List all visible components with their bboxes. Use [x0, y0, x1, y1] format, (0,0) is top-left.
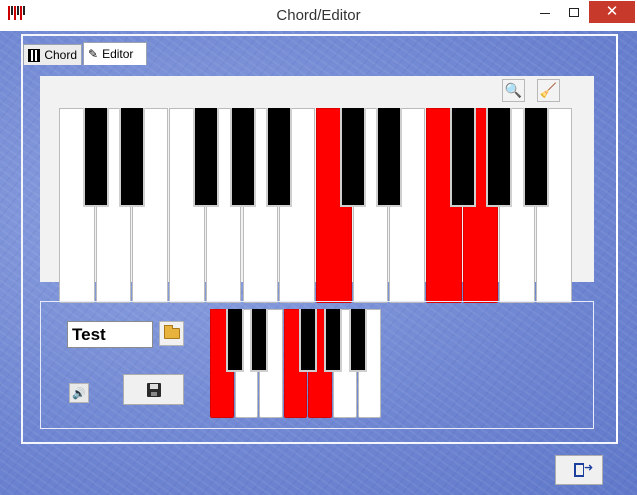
- open-button[interactable]: [159, 321, 184, 346]
- black-key[interactable]: [266, 108, 293, 207]
- tab-label: Editor: [102, 47, 134, 61]
- tab-label: Chord: [44, 48, 77, 62]
- black-key[interactable]: [449, 108, 476, 207]
- minimize-icon: [540, 13, 550, 14]
- minimize-button[interactable]: [530, 1, 560, 23]
- save-button[interactable]: [123, 374, 184, 405]
- tab-chord[interactable]: Chord: [23, 44, 82, 65]
- save-icon: [146, 382, 161, 397]
- maximize-icon: [569, 8, 579, 17]
- black-key[interactable]: [192, 108, 219, 207]
- find-chord-button[interactable]: 🔍: [502, 79, 525, 102]
- black-key[interactable]: [82, 108, 109, 207]
- black-key[interactable]: [229, 108, 256, 207]
- close-button[interactable]: ✕: [589, 1, 635, 23]
- tab-editor[interactable]: ✎ Editor: [83, 42, 147, 65]
- black-key[interactable]: [119, 108, 146, 207]
- play-button[interactable]: 🔊: [69, 383, 89, 403]
- maximize-button[interactable]: [559, 1, 589, 23]
- black-key[interactable]: [250, 309, 269, 372]
- black-key[interactable]: [339, 108, 366, 207]
- title-bar: Chord/Editor ✕: [0, 0, 637, 31]
- binoculars-icon: 🔍: [504, 82, 523, 98]
- client-content: Chord ✎ Editor 🔍 🧹 🔊: [0, 31, 637, 495]
- piano-icon: [28, 48, 41, 62]
- folder-icon: [163, 325, 180, 339]
- black-key[interactable]: [486, 108, 513, 207]
- pen-icon: ✎: [88, 47, 99, 61]
- exit-button[interactable]: [555, 455, 603, 485]
- chord-name-input[interactable]: [67, 321, 153, 348]
- speaker-icon: 🔊: [72, 387, 86, 400]
- broom-icon: 🧹: [539, 82, 558, 98]
- black-key[interactable]: [225, 309, 244, 372]
- black-key[interactable]: [324, 309, 342, 372]
- black-key[interactable]: [523, 108, 550, 207]
- black-key[interactable]: [299, 309, 318, 372]
- black-key[interactable]: [376, 108, 403, 207]
- exit-icon: [574, 461, 593, 477]
- clear-button[interactable]: 🧹: [537, 79, 560, 102]
- black-key[interactable]: [348, 309, 367, 372]
